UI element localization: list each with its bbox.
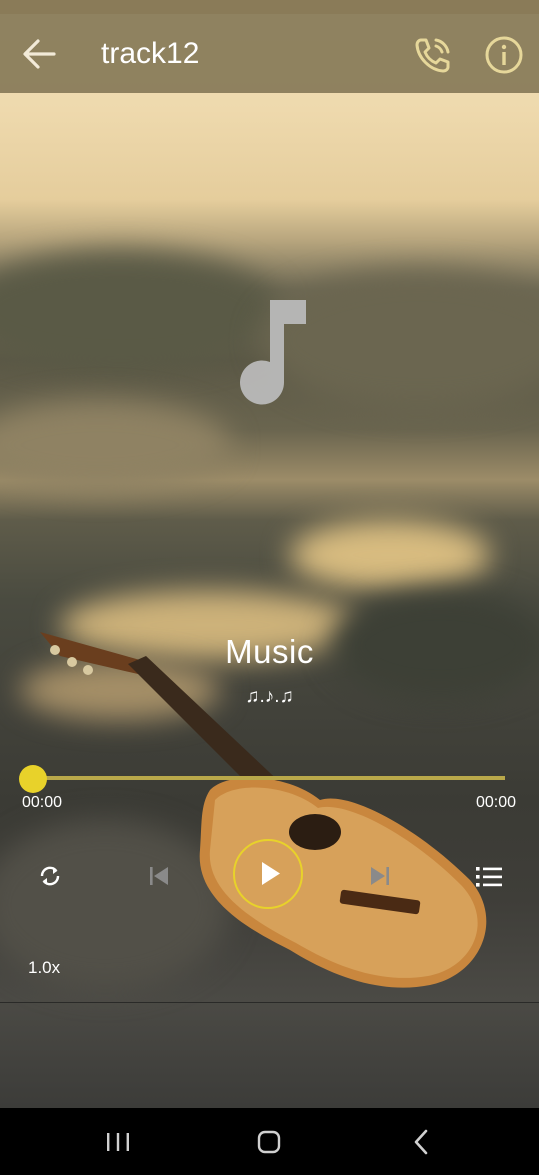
previous-button[interactable] — [147, 864, 171, 888]
home-icon — [257, 1130, 281, 1154]
arrow-left-icon — [23, 39, 56, 69]
next-button[interactable] — [368, 864, 392, 888]
skip-previous-icon — [150, 867, 168, 885]
toolbar: track12 — [0, 14, 539, 93]
status-bar — [0, 0, 539, 14]
play-button[interactable] — [233, 839, 303, 909]
recents-button[interactable] — [98, 1126, 138, 1158]
repeat-button[interactable] — [36, 862, 64, 890]
recents-icon — [107, 1133, 129, 1151]
nav-back-button[interactable] — [401, 1126, 441, 1158]
system-navigation-bar — [0, 1108, 539, 1175]
info-icon — [485, 36, 523, 74]
divider — [0, 1002, 539, 1003]
phone-call-icon — [415, 38, 450, 73]
current-time: 00:00 — [22, 794, 63, 811]
playback-speed[interactable]: 1.0x — [28, 958, 60, 978]
home-button[interactable] — [249, 1126, 289, 1158]
guitar-image — [40, 632, 487, 988]
seek-bar[interactable] — [33, 776, 505, 780]
seek-thumb[interactable] — [19, 765, 47, 793]
page-title: track12 — [101, 37, 200, 70]
play-icon — [262, 862, 280, 885]
nav-back-icon — [414, 1129, 428, 1155]
playlist-icon — [476, 867, 502, 887]
total-time: 00:00 — [475, 794, 516, 811]
info-button[interactable] — [483, 34, 525, 76]
back-button[interactable] — [20, 36, 58, 72]
repeat-icon — [40, 866, 60, 886]
playlist-button[interactable] — [474, 864, 504, 890]
track-artist: ♫.♪.♫ — [245, 686, 294, 707]
music-note-icon — [240, 300, 306, 405]
skip-next-icon — [371, 867, 389, 885]
track-title: Music — [225, 633, 314, 670]
background-image — [0, 0, 539, 1108]
call-button[interactable] — [412, 34, 454, 76]
